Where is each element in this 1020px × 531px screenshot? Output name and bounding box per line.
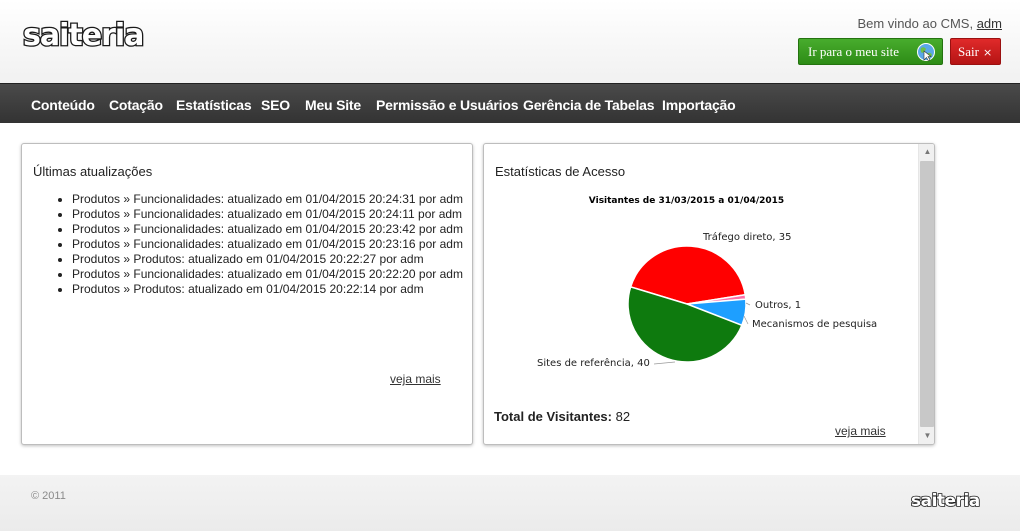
pie-leader-line-3 (743, 315, 749, 325)
nav-item-gerencia-tabelas[interactable]: Gerência de Tabelas (523, 84, 655, 124)
footer-logo-text: saiteria (911, 491, 980, 510)
list-item: Produtos » Funcionalidades: atualizado e… (72, 207, 467, 222)
pie-label-4: Sites de referência, 40 (537, 357, 650, 369)
list-item: Produtos » Produtos: atualizado em 01/04… (72, 282, 467, 297)
list-item: Produtos » Funcionalidades: atualizado e… (72, 192, 467, 207)
exit-label: Sair (958, 44, 979, 59)
logo-graphic: saiteria (22, 17, 146, 55)
nav-item-cotacao[interactable]: Cotação (109, 84, 163, 124)
scroll-down-icon[interactable]: ▼ (919, 428, 934, 444)
nav-item-seo[interactable]: SEO (261, 84, 290, 124)
nav-item-conteudo[interactable]: Conteúdo (31, 84, 95, 124)
pie-label-1: Tráfego direto, 35 (702, 231, 792, 243)
updates-list: Produtos » Funcionalidades: atualizado e… (72, 192, 467, 297)
stats-more-link[interactable]: veja mais (835, 424, 886, 438)
footer-logo: saiteria (910, 490, 994, 515)
close-icon: × (982, 46, 993, 59)
scroll-up-icon[interactable]: ▲ (919, 144, 934, 160)
copyright: © 2011 (31, 490, 66, 502)
scrollbar[interactable]: ▲ ▼ (918, 144, 934, 444)
header: saiteria Bem vindo ao CMS, adm Ir para o… (0, 0, 1020, 83)
updates-more-link[interactable]: veja mais (390, 372, 441, 386)
total-label: Total de Visitantes: (494, 409, 612, 424)
updates-title: Últimas atualizações (33, 164, 153, 179)
user-link[interactable]: adm (977, 16, 1002, 31)
nav-item-importacao[interactable]: Importação (662, 84, 736, 124)
footer: © 2011 saiteria (0, 475, 1020, 531)
list-item: Produtos » Produtos: atualizado em 01/04… (72, 252, 467, 267)
saiteria-logo[interactable]: saiteria (21, 17, 181, 57)
nav-item-permissao-usuarios[interactable]: Permissão e Usuários (376, 84, 518, 124)
logo-text: saiteria (23, 20, 143, 52)
exit-button[interactable]: Sair × (950, 38, 1001, 65)
total-visitors: Total de Visitantes: 82 (494, 409, 630, 424)
main-nav: Conteúdo Cotação Estatísticas SEO Meu Si… (0, 83, 1020, 123)
list-item: Produtos » Funcionalidades: atualizado e… (72, 237, 467, 252)
pie-leader-line-4 (653, 361, 676, 365)
pie-label-2: Outros, 1 (755, 300, 801, 311)
pie-label-3: Mecanismos de pesquisa (752, 319, 877, 330)
welcome-text: Bem vindo ao CMS, (857, 16, 974, 31)
pie-chart: Tráfego direto, 35 Outros, 1 Mecanismos de… (537, 231, 877, 369)
scroll-thumb[interactable] (920, 161, 934, 427)
go-to-site-label: Ir para o meu site (808, 44, 899, 59)
globe-icon (916, 42, 936, 70)
nav-item-meu-site[interactable]: Meu Site (305, 84, 361, 124)
updates-panel: Últimas atualizações Produtos » Funciona… (21, 143, 473, 445)
total-value: 82 (615, 409, 631, 424)
list-item: Produtos » Funcionalidades: atualizado e… (72, 267, 467, 282)
list-item: Produtos » Funcionalidades: atualizado e… (72, 222, 467, 237)
stats-panel: Estatísticas de Acesso Visitantes de 31/… (483, 143, 935, 445)
go-to-site-button[interactable]: Ir para o meu site (798, 38, 943, 65)
welcome-message: Bem vindo ao CMS, adm (857, 16, 1002, 31)
nav-item-estatisticas[interactable]: Estatísticas (176, 84, 252, 124)
